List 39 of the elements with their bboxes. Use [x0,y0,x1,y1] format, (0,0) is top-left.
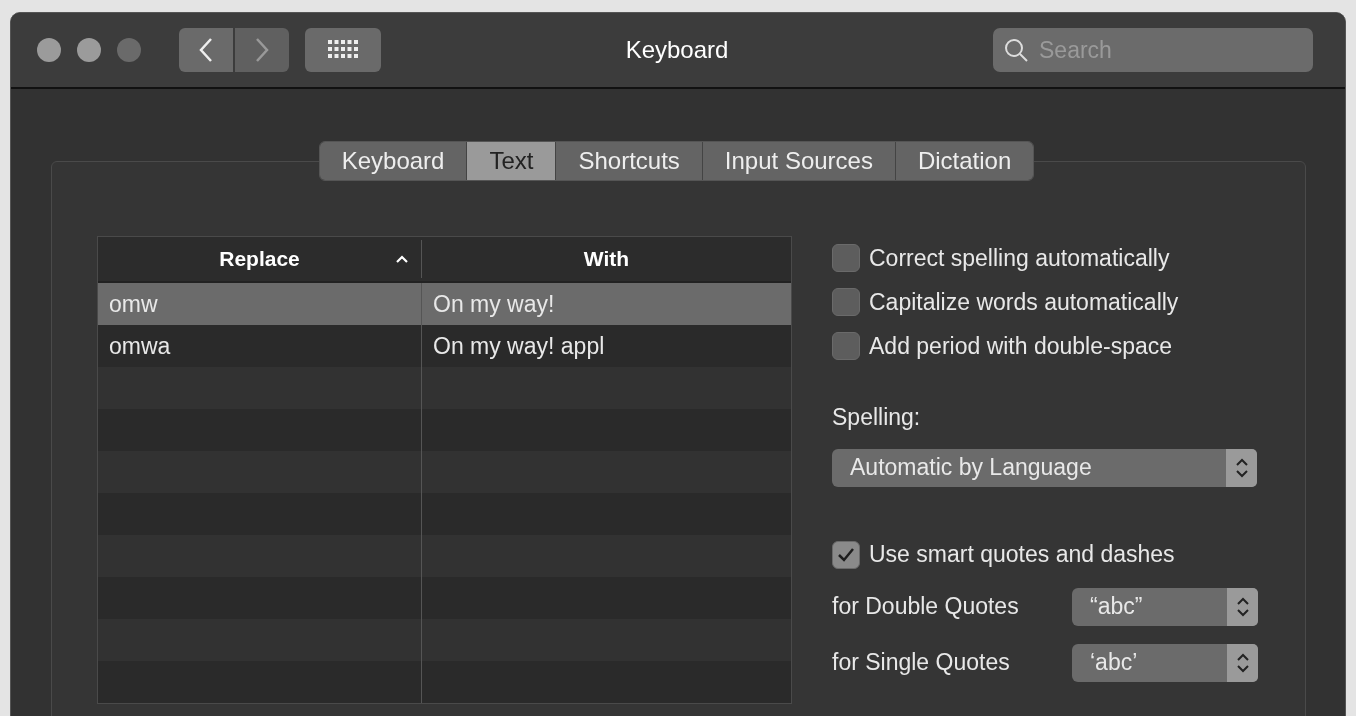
stepper-arrows-icon [1227,643,1258,682]
search-icon [1003,37,1029,63]
forward-button[interactable] [235,28,289,72]
checkbox-label: Correct spelling automatically [869,243,1170,273]
close-button[interactable] [37,38,61,62]
table-row[interactable]: omw On my way! [98,283,791,325]
popup-button[interactable]: Automatic by Language [832,448,1257,487]
popup-button[interactable]: “abc” [1072,587,1258,626]
chevron-left-icon [198,37,214,63]
stepper-arrows-icon [1227,587,1258,626]
table-cell-text: On my way! appl [432,331,606,361]
tab[interactable]: Keyboard [319,142,467,180]
quote-style-label: for Single Quotes [832,648,1011,678]
tab[interactable]: Shortcuts [555,142,702,180]
show-all-button[interactable] [305,28,381,72]
table-cell-text: On my way! [432,289,556,319]
checkbox[interactable] [832,288,860,316]
back-button[interactable] [179,28,233,72]
checkbox-label: Capitalize words automatically [869,287,1179,317]
tab[interactable]: Input Sources [701,142,895,180]
minimize-button[interactable] [77,38,101,62]
checkbox-label: Add period with double-space [869,331,1173,361]
stepper-arrows-icon [1226,448,1257,487]
column-header[interactable]: Replace [98,240,422,278]
popup-button[interactable]: ‘abc’ [1072,643,1258,682]
window-title: Keyboard [624,35,730,65]
chevron-right-icon [254,37,270,63]
zoom-button[interactable] [117,38,141,62]
tab[interactable]: Text [466,142,556,180]
spelling-label: Spelling: [832,403,922,432]
checkbox[interactable] [832,244,860,272]
checkbox[interactable] [832,332,860,360]
checkbox[interactable] [832,540,860,569]
tab[interactable]: Dictation [894,142,1034,180]
column-header[interactable]: With [422,240,791,278]
quote-style-label: for Double Quotes [832,592,1020,622]
grid-icon [328,40,358,60]
checkbox-label: Use smart quotes and dashes [869,540,1175,570]
checkmark-icon [837,546,855,563]
